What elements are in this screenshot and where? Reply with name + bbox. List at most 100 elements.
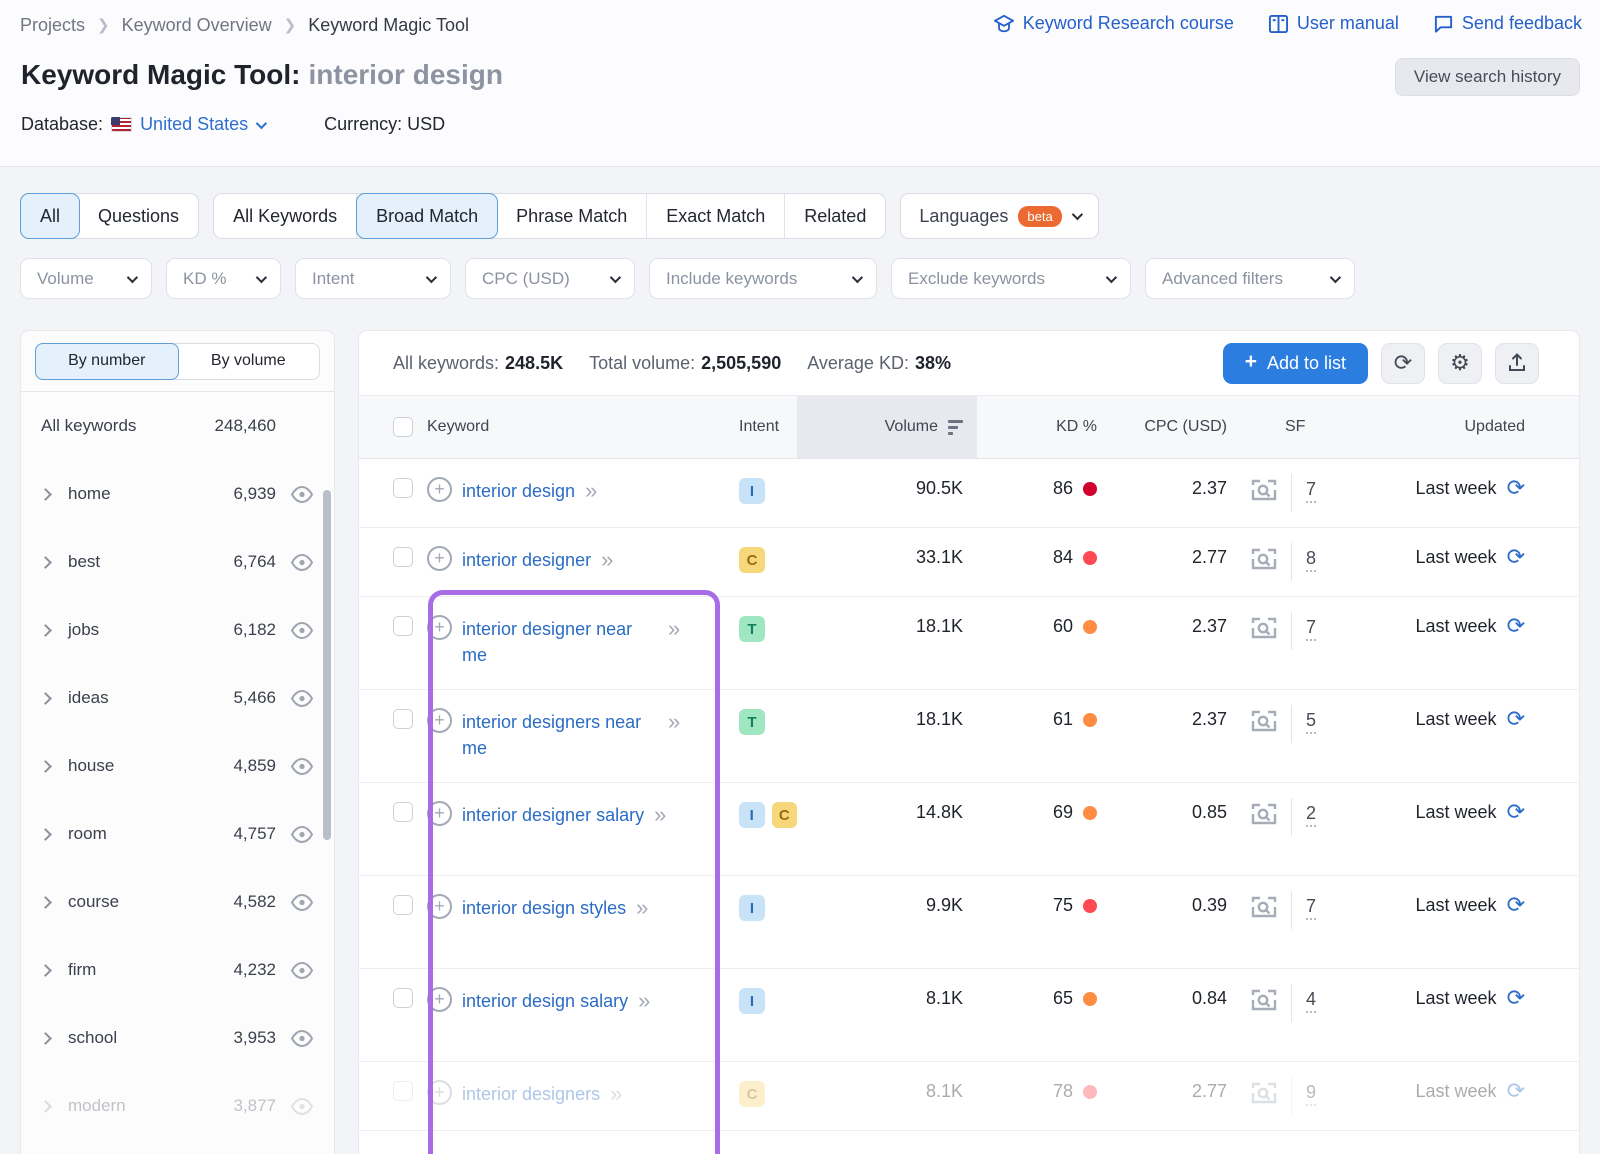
column-header-sf[interactable]: SF bbox=[1227, 396, 1347, 458]
tab-questions[interactable]: Questions bbox=[79, 194, 198, 238]
send-feedback-link[interactable]: Send feedback bbox=[1433, 13, 1582, 34]
open-keyword-icon[interactable]: » bbox=[636, 895, 648, 921]
add-keyword-icon[interactable]: + bbox=[427, 546, 452, 571]
sidebar-item-jobs[interactable]: jobs 6,182 bbox=[21, 596, 334, 664]
serp-preview-icon[interactable] bbox=[1251, 616, 1277, 640]
column-header-intent[interactable]: Intent bbox=[719, 396, 797, 458]
sidebar-item-best[interactable]: best 6,764 bbox=[21, 528, 334, 596]
row-checkbox[interactable] bbox=[393, 616, 413, 636]
refresh-metrics-icon[interactable]: ⟳ bbox=[1507, 547, 1525, 569]
row-checkbox[interactable] bbox=[393, 478, 413, 498]
add-keyword-icon[interactable]: + bbox=[427, 1080, 452, 1105]
toggle-by-volume[interactable]: By volume bbox=[178, 344, 320, 379]
tab-exact-match[interactable]: Exact Match bbox=[647, 194, 786, 238]
add-keyword-icon[interactable]: + bbox=[427, 615, 452, 640]
view-search-history-button[interactable]: View search history bbox=[1394, 58, 1580, 96]
sf-count[interactable]: 7 bbox=[1306, 895, 1317, 920]
row-checkbox[interactable] bbox=[393, 988, 413, 1008]
open-keyword-icon[interactable]: » bbox=[668, 709, 680, 735]
column-header-keyword[interactable]: Keyword bbox=[427, 396, 719, 458]
sf-count[interactable]: 2 bbox=[1306, 802, 1317, 827]
eye-icon[interactable] bbox=[290, 621, 314, 639]
sidebar-item-room[interactable]: room 4,757 bbox=[21, 800, 334, 868]
select-all-checkbox[interactable] bbox=[393, 417, 413, 437]
sidebar-item-all-keywords[interactable]: All keywords 248,460 bbox=[21, 392, 334, 460]
sf-count[interactable]: 5 bbox=[1306, 709, 1317, 734]
database-selector[interactable]: United States bbox=[140, 114, 248, 135]
sidebar-item-house[interactable]: house 4,859 bbox=[21, 732, 334, 800]
toggle-by-number[interactable]: By number bbox=[35, 342, 179, 380]
sf-count[interactable]: 4 bbox=[1306, 988, 1317, 1013]
row-checkbox[interactable] bbox=[393, 802, 413, 822]
keyword-link[interactable]: interior design bbox=[462, 478, 575, 504]
sf-count[interactable]: 7 bbox=[1306, 616, 1317, 641]
sidebar-scrollbar[interactable] bbox=[323, 490, 331, 840]
tab-broad-match[interactable]: Broad Match bbox=[356, 193, 499, 239]
serp-preview-icon[interactable] bbox=[1251, 895, 1277, 919]
sidebar-item-firm[interactable]: firm 4,232 bbox=[21, 936, 334, 1004]
sf-count[interactable]: 8 bbox=[1306, 547, 1317, 572]
cpc-filter-dropdown[interactable]: CPC (USD) bbox=[465, 258, 635, 299]
keyword-link[interactable]: interior designer salary bbox=[462, 802, 644, 828]
sidebar-item-modern[interactable]: modern 3,877 bbox=[21, 1072, 334, 1140]
chevron-right-icon[interactable] bbox=[39, 623, 52, 637]
row-checkbox[interactable] bbox=[393, 709, 413, 729]
serp-preview-icon[interactable] bbox=[1251, 547, 1277, 571]
refresh-metrics-icon[interactable]: ⟳ bbox=[1507, 616, 1525, 638]
chevron-right-icon[interactable] bbox=[39, 759, 52, 773]
tab-all-keywords[interactable]: All Keywords bbox=[214, 194, 358, 238]
keyword-link[interactable]: interior design styles bbox=[462, 895, 626, 921]
chevron-right-icon[interactable] bbox=[39, 555, 52, 569]
refresh-metrics-icon[interactable]: ⟳ bbox=[1507, 802, 1525, 824]
eye-icon[interactable] bbox=[290, 1097, 314, 1115]
tab-phrase-match[interactable]: Phrase Match bbox=[497, 194, 648, 238]
chevron-down-icon[interactable] bbox=[255, 117, 268, 129]
serp-preview-icon[interactable] bbox=[1251, 709, 1277, 733]
column-header-kd[interactable]: KD % bbox=[977, 396, 1097, 458]
eye-icon[interactable] bbox=[290, 1029, 314, 1047]
sidebar-item-home[interactable]: home 6,939 bbox=[21, 460, 334, 528]
chevron-right-icon[interactable] bbox=[39, 691, 52, 705]
refresh-metrics-icon[interactable]: ⟳ bbox=[1507, 478, 1525, 500]
open-keyword-icon[interactable]: » bbox=[601, 547, 613, 573]
eye-icon[interactable] bbox=[290, 757, 314, 775]
serp-preview-icon[interactable] bbox=[1251, 478, 1277, 502]
exclude-keywords-dropdown[interactable]: Exclude keywords bbox=[891, 258, 1131, 299]
open-keyword-icon[interactable]: » bbox=[610, 1081, 622, 1107]
open-keyword-icon[interactable]: » bbox=[654, 802, 666, 828]
intent-filter-dropdown[interactable]: Intent bbox=[295, 258, 451, 299]
chevron-right-icon[interactable] bbox=[39, 963, 52, 977]
refresh-metrics-icon[interactable]: ⟳ bbox=[1507, 1081, 1525, 1103]
keyword-link[interactable]: interior designers near me bbox=[462, 709, 658, 761]
refresh-metrics-icon[interactable]: ⟳ bbox=[1507, 709, 1525, 731]
chevron-right-icon[interactable] bbox=[39, 895, 52, 909]
serp-preview-icon[interactable] bbox=[1251, 1081, 1277, 1105]
chevron-right-icon[interactable] bbox=[39, 1099, 52, 1113]
add-keyword-icon[interactable]: + bbox=[427, 987, 452, 1012]
sf-count[interactable]: 7 bbox=[1306, 478, 1317, 503]
eye-icon[interactable] bbox=[290, 485, 314, 503]
column-header-cpc[interactable]: CPC (USD) bbox=[1097, 396, 1227, 458]
refresh-metrics-icon[interactable]: ⟳ bbox=[1507, 895, 1525, 917]
column-header-updated[interactable]: Updated bbox=[1347, 396, 1579, 458]
advanced-filters-dropdown[interactable]: Advanced filters bbox=[1145, 258, 1355, 299]
row-checkbox[interactable] bbox=[393, 1081, 413, 1101]
user-manual-link[interactable]: User manual bbox=[1268, 13, 1399, 34]
add-keyword-icon[interactable]: + bbox=[427, 894, 452, 919]
export-button[interactable] bbox=[1495, 342, 1539, 384]
keyword-research-course-link[interactable]: Keyword Research course bbox=[993, 13, 1234, 34]
sidebar-item-school[interactable]: school 3,953 bbox=[21, 1004, 334, 1072]
sidebar-item-course[interactable]: course 4,582 bbox=[21, 868, 334, 936]
serp-preview-icon[interactable] bbox=[1251, 802, 1277, 826]
chevron-right-icon[interactable] bbox=[39, 487, 52, 501]
refresh-button[interactable]: ⟳ bbox=[1381, 342, 1425, 384]
eye-icon[interactable] bbox=[290, 553, 314, 571]
add-keyword-icon[interactable]: + bbox=[427, 708, 452, 733]
sf-count[interactable]: 9 bbox=[1306, 1081, 1317, 1106]
kd-filter-dropdown[interactable]: KD % bbox=[166, 258, 281, 299]
eye-icon[interactable] bbox=[290, 825, 314, 843]
add-keyword-icon[interactable]: + bbox=[427, 801, 452, 826]
tab-related[interactable]: Related bbox=[785, 194, 885, 238]
keyword-link[interactable]: interior designer bbox=[462, 547, 591, 573]
settings-button[interactable]: ⚙ bbox=[1438, 342, 1482, 384]
